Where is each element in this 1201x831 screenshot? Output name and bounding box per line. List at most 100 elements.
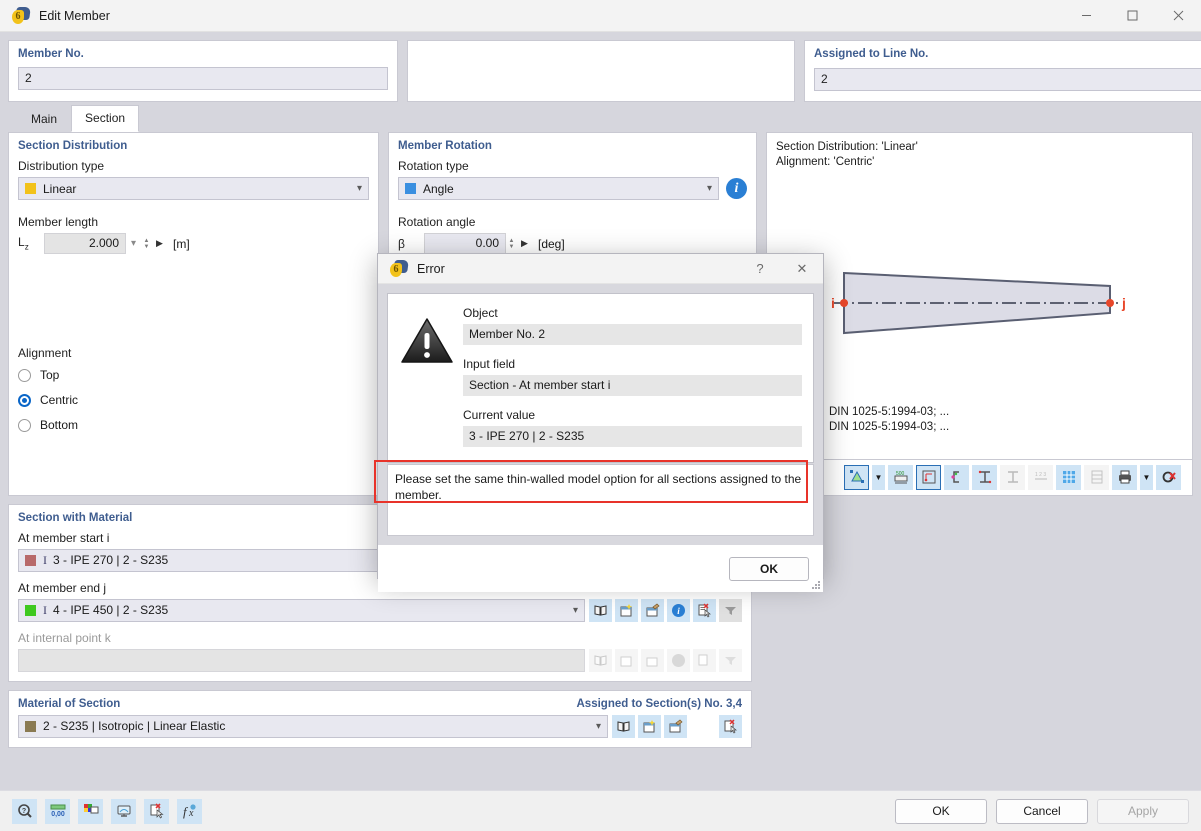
rotation-angle-value[interactable]: 0.00	[424, 233, 506, 254]
print-dropdown-icon[interactable]: ▼	[1140, 465, 1153, 490]
library-icon[interactable]	[589, 599, 612, 622]
preview-column: Section Distribution: 'Linear' Alignment…	[766, 132, 1193, 496]
top-field-row: Member No. 2 Assigned to Line No. 2	[0, 32, 1201, 102]
rotation-type-swatch	[405, 183, 416, 194]
member-length-updown-icon[interactable]: ▲▼	[141, 238, 152, 250]
rotation-type-value: Angle	[423, 182, 454, 196]
assigned-sections-note: Assigned to Section(s) No. 3,4	[577, 698, 743, 710]
error-current-value-label: Current value	[463, 408, 802, 422]
assigned-line-input[interactable]: 2	[814, 68, 1201, 91]
member-no-panel: Member No. 2	[8, 40, 398, 102]
table-icon[interactable]	[1084, 465, 1109, 490]
numbering-icon[interactable]: 1 2 3	[1028, 465, 1053, 490]
view-icon[interactable]	[111, 799, 136, 824]
section-props-icon[interactable]	[972, 465, 997, 490]
print-icon[interactable]	[1112, 465, 1137, 490]
alignment-top-label: Top	[40, 368, 59, 382]
maximize-button[interactable]	[1109, 0, 1155, 32]
cancel-button[interactable]: Cancel	[996, 799, 1088, 824]
window-controls	[1063, 0, 1201, 32]
help-icon[interactable]: ?	[12, 799, 37, 824]
new-icon[interactable]	[615, 599, 638, 622]
edit-icon[interactable]	[664, 715, 687, 738]
section-distribution-title: Section Distribution	[18, 140, 369, 152]
member-length-chevron-icon[interactable]: ▾	[126, 238, 141, 249]
member-length-stepper[interactable]: Lz 2.000 ▾ ▲▼ ▶ [m]	[18, 233, 369, 254]
assigned-line-label: Assigned to Line No.	[814, 48, 1201, 60]
display-props-icon[interactable]	[78, 799, 103, 824]
edit-member-window: 6 Edit Member Member No. 2 Assigned to L…	[0, 0, 1201, 831]
member-no-input[interactable]: 2	[18, 67, 388, 90]
dimensions-icon[interactable]: 500	[888, 465, 913, 490]
alignment-option-bottom[interactable]: Bottom	[18, 418, 369, 432]
svg-text:i: i	[831, 295, 835, 311]
error-dialog-content: Object Member No. 2 Input field Section …	[387, 293, 814, 463]
member-length-value[interactable]: 2.000	[44, 233, 126, 254]
error-dialog-titlebar: 6 Error ? ✕	[378, 254, 823, 284]
alignment-option-top[interactable]: Top	[18, 368, 369, 382]
member-length-unit: [m]	[173, 237, 190, 251]
footer-buttons: OK Cancel Apply	[895, 799, 1189, 824]
info-icon[interactable]: i	[726, 178, 747, 199]
at-member-end-select[interactable]: I 4 - IPE 450 | 2 - S235 ▾	[18, 599, 585, 622]
error-dialog-close-button[interactable]: ✕	[781, 254, 823, 284]
new-icon	[615, 649, 638, 672]
section-distribution-panel: Section Distribution Distribution type L…	[8, 132, 379, 496]
tapered-member-graphic: i j	[829, 238, 1193, 348]
alignment-label: Alignment	[18, 346, 369, 360]
ok-button[interactable]: OK	[895, 799, 987, 824]
assigned-line-panel: Assigned to Line No. 2	[804, 40, 1201, 102]
internal-point-icons	[589, 649, 742, 672]
preview-din-text: DIN 1025-5:1994-03; ... DIN 1025-5:1994-…	[829, 405, 949, 435]
svg-text:1 2 3: 1 2 3	[1035, 472, 1046, 478]
middle-spacer-panel	[407, 40, 795, 102]
material-of-section-title: Material of Section	[18, 698, 120, 710]
resize-grip-icon[interactable]	[811, 580, 821, 590]
info-icon	[667, 649, 690, 672]
pick-icon[interactable]	[719, 715, 742, 738]
rotation-angle-next-icon[interactable]: ▶	[517, 238, 532, 249]
tab-section[interactable]: Section	[71, 105, 139, 132]
chevron-down-icon: ▾	[351, 183, 362, 194]
pick-icon[interactable]	[693, 599, 716, 622]
error-dialog-body: Object Member No. 2 Input field Section …	[378, 284, 823, 545]
grid-icon[interactable]	[1056, 465, 1081, 490]
minimize-button[interactable]	[1063, 0, 1109, 32]
close-button[interactable]	[1155, 0, 1201, 32]
section-view-dropdown-icon[interactable]: ▼	[872, 465, 885, 490]
section-view-icon[interactable]	[844, 465, 869, 490]
member-length-next-icon[interactable]: ▶	[152, 238, 167, 249]
formula-icon[interactable]: fx	[177, 799, 202, 824]
material-select[interactable]: 2 - S235 | Isotropic | Linear Elastic ▾	[18, 715, 608, 738]
new-icon[interactable]	[638, 715, 661, 738]
rotation-angle-stepper[interactable]: β 0.00 ▲▼ ▶ [deg]	[398, 233, 747, 254]
library-icon[interactable]	[612, 715, 635, 738]
i-beam-icon: I	[43, 603, 47, 618]
error-dialog-help-button[interactable]: ?	[739, 254, 781, 284]
radio-top-icon	[18, 369, 31, 382]
deselect-icon[interactable]	[144, 799, 169, 824]
error-dialog-ok-button[interactable]: OK	[729, 557, 809, 581]
distribution-type-select[interactable]: Linear ▾	[18, 177, 369, 200]
edit-icon[interactable]	[641, 599, 664, 622]
svg-text:0,00: 0,00	[51, 811, 65, 818]
filter-icon	[719, 649, 742, 672]
error-dialog-logo-icon: 6	[390, 260, 408, 278]
member-preview[interactable]: Section Distribution: 'Linear' Alignment…	[766, 132, 1193, 460]
clear-icon[interactable]	[1156, 465, 1181, 490]
i-beam-icon: I	[43, 553, 47, 568]
rotation-type-select[interactable]: Angle ▾	[398, 177, 719, 200]
rotation-angle-updown-icon[interactable]: ▲▼	[506, 238, 517, 250]
filter-icon[interactable]	[719, 599, 742, 622]
svg-text:?: ?	[21, 808, 25, 815]
alignment-option-centric[interactable]: Centric	[18, 393, 369, 407]
tab-main[interactable]: Main	[17, 106, 71, 132]
warning-icon	[399, 306, 463, 451]
outline-icon[interactable]	[1000, 465, 1025, 490]
edit-icon	[641, 649, 664, 672]
units-icon[interactable]: 0,00	[45, 799, 70, 824]
centroid-icon[interactable]	[944, 465, 969, 490]
axes-icon[interactable]	[916, 465, 941, 490]
info-icon[interactable]: i	[667, 599, 690, 622]
error-current-value: 3 - IPE 270 | 2 - S235	[463, 426, 802, 447]
